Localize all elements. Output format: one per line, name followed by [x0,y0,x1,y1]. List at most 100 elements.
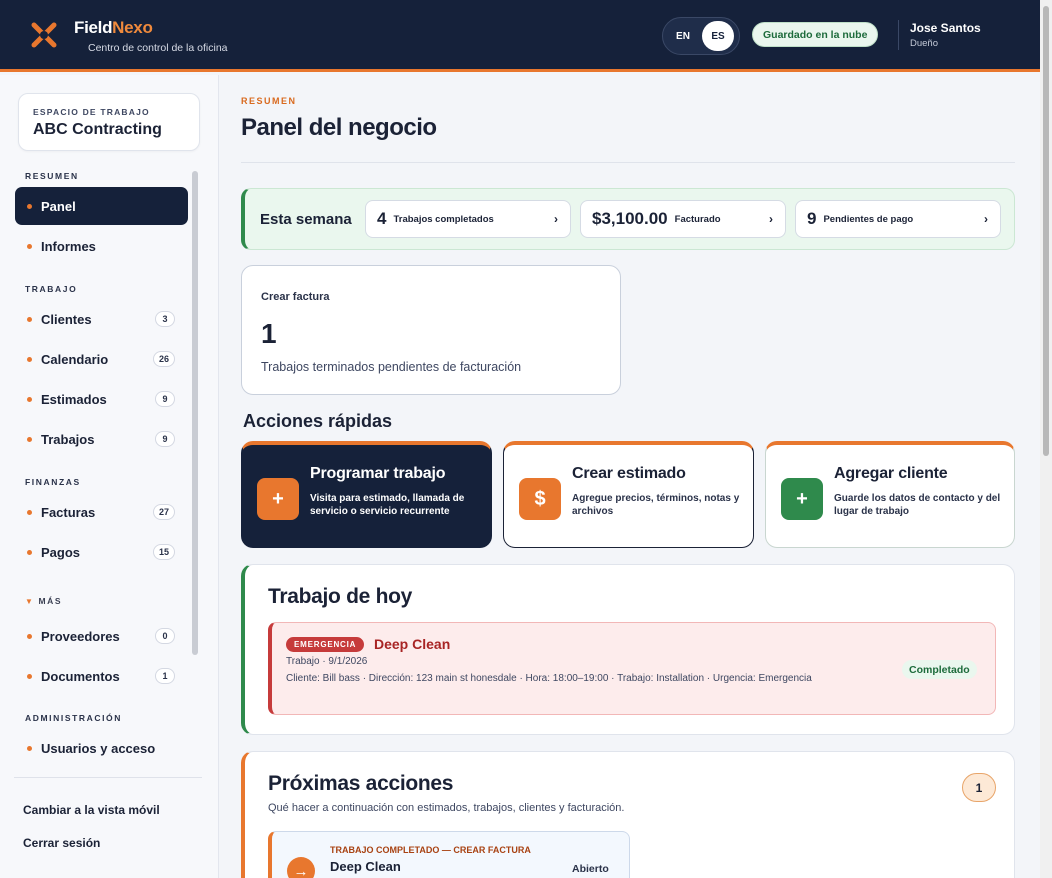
sidebar-item-label: Panel [41,198,76,214]
section-trabajo: TRABAJO [25,284,78,294]
page-eyebrow: RESUMEN [241,96,297,106]
count-badge: 26 [152,351,175,367]
section-finanzas: FINANZAS [25,477,81,487]
sidebar-item-pagos[interactable]: Pagos 15 [15,533,188,571]
count-badge: 1 [962,773,996,802]
page-scrollbar-thumb[interactable] [1043,6,1049,456]
count-badge: 27 [152,504,175,520]
job-detail: Cliente: Bill bass · Dirección: 123 main… [286,673,812,684]
card-description: Trabajos terminados pendientes de factur… [261,360,522,374]
sidebar-item-facturas[interactable]: Facturas 27 [15,493,188,531]
user-role: Dueño [910,38,938,49]
section-resumen: RESUMEN [25,171,79,181]
count-badge: 0 [155,628,175,644]
page-title: Panel del negocio [241,114,437,141]
sidebar-item-panel[interactable]: Panel [15,187,188,225]
brand-name[interactable]: FieldNexo [74,18,153,38]
next-action-card[interactable]: → TRABAJO COMPLETADO — CREAR FACTURA Dee… [268,831,630,878]
action-description: Visita para estimado, llamada de servici… [310,493,465,517]
sidebar: ESPACIO DE TRABAJO ABC Contracting RESUM… [0,75,219,878]
sidebar-item-clientes[interactable]: Clientes 3 [15,300,188,338]
workspace-name: ABC Contracting [33,121,162,138]
sidebar-item-label: Proveedores [41,628,120,644]
week-summary: Esta semana 4 Trabajos completados › $3,… [241,188,1015,250]
stat-label: Facturado [674,213,721,225]
bullet-icon [27,436,32,442]
lang-en-button[interactable]: EN [667,21,699,51]
arrow-right-icon: → [287,857,315,878]
logout-link[interactable]: Cerrar sesión [23,836,100,850]
bullet-icon [27,673,32,679]
stat-value: $3,100.00 [592,209,668,228]
emergency-badge: EMERGENCIA [286,637,365,652]
top-bar: FieldNexo Centro de control de la oficin… [0,0,1040,72]
stat-invoiced[interactable]: $3,100.00 Facturado › [580,200,786,238]
workspace-card[interactable]: ESPACIO DE TRABAJO ABC Contracting [18,93,200,151]
stat-jobs-completed[interactable]: 4 Trabajos completados › [365,200,571,238]
job-card[interactable]: EMERGENCIA Deep Clean Trabajo · 9/1/2026… [268,622,996,715]
card-count: 1 [261,318,277,349]
sidebar-item-label: Trabajos [41,431,95,447]
sidebar-scrollbar-thumb[interactable] [192,171,198,655]
sidebar-item-trabajos[interactable]: Trabajos 9 [15,420,188,458]
create-estimate-button[interactable]: $ Crear estimado Agregue precios, términ… [503,441,754,548]
count-badge: 1 [155,668,175,684]
action-title: Crear estimado [572,465,686,482]
today-panel: Trabajo de hoy EMERGENCIA Deep Clean Tra… [241,564,1015,735]
lang-es-button[interactable]: ES [702,21,734,51]
bullet-icon [27,745,32,751]
sidebar-item-proveedores[interactable]: Proveedores 0 [15,617,188,655]
workspace-label: ESPACIO DE TRABAJO [33,107,150,117]
week-label: Esta semana [260,211,352,228]
cloud-status-badge: Guardado en la nube [752,22,879,47]
sidebar-item-label: Informes [41,238,96,254]
stat-label: Pendientes de pago [823,213,914,225]
add-client-button[interactable]: + Agregar cliente Guarde los datos de co… [765,441,1015,548]
sidebar-item-usuarios[interactable]: Usuarios y acceso [15,729,188,767]
count-badge: 9 [155,431,175,447]
sidebar-item-label: Pagos [41,544,81,560]
divider [898,20,899,50]
chevron-right-icon: › [984,212,988,226]
stat-pending-payment[interactable]: 9 Pendientes de pago › [795,200,1001,238]
bullet-icon [27,396,32,402]
sidebar-item-informes[interactable]: Informes [15,227,188,265]
brand-subtitle: Centro de control de la oficina [88,42,228,54]
quick-actions-title: Acciones rápidas [243,411,393,431]
count-badge: 3 [155,311,175,327]
create-invoice-card[interactable]: Crear factura 1 Trabajos terminados pend… [241,265,621,395]
user-name[interactable]: Jose Santos [910,21,981,35]
plus-icon: + [257,478,299,520]
mobile-view-link[interactable]: Cambiar a la vista móvil [23,803,160,817]
sidebar-item-calendario[interactable]: Calendario 26 [15,340,188,378]
sidebar-divider [14,777,202,778]
section-mas-toggle[interactable]: ▼ MÁS [25,596,62,606]
page-scrollbar[interactable] [1040,0,1052,878]
sidebar-scrollbar[interactable] [190,171,202,777]
bullet-icon [27,316,32,322]
sidebar-item-label: Documentos [41,668,120,684]
status-badge: Completado [902,660,977,679]
sidebar-item-documentos[interactable]: Documentos 1 [15,657,188,695]
chevron-right-icon: › [769,212,773,226]
language-toggle: EN ES [662,17,740,55]
logo-icon [31,22,57,48]
plus-icon: + [781,478,823,520]
action-eyebrow: TRABAJO COMPLETADO — CREAR FACTURA [330,845,531,855]
bullet-icon [27,549,32,555]
action-name: Deep Clean [330,859,401,874]
count-badge: 9 [155,391,175,407]
schedule-job-button[interactable]: + Programar trabajo Visita para estimado… [241,441,492,548]
action-description: Agregue precios, términos, notas y archi… [572,493,740,517]
job-name[interactable]: Deep Clean [374,636,450,652]
dollar-icon: $ [519,478,561,520]
count-badge: 15 [152,544,175,560]
sidebar-item-estimados[interactable]: Estimados 9 [15,380,188,418]
bullet-icon [27,243,32,249]
caret-down-icon: ▼ [25,597,35,606]
bullet-icon [27,633,32,639]
chevron-right-icon: › [554,212,558,226]
stat-label: Trabajos completados [393,213,494,225]
next-subtitle: Qué hacer a continuación con estimados, … [268,802,625,814]
sidebar-item-label: Facturas [41,504,96,520]
